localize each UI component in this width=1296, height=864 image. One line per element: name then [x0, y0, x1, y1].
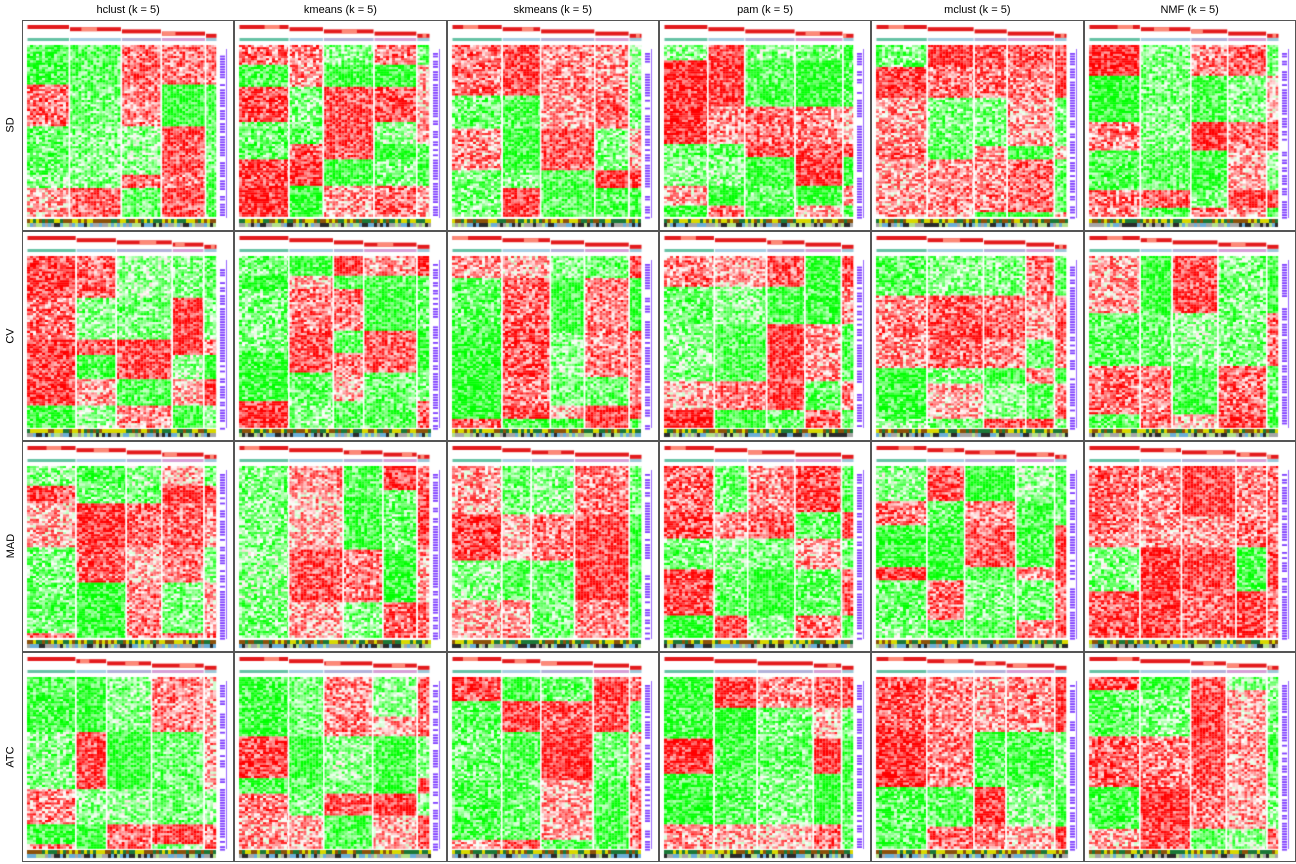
heatmap-panel [659, 652, 871, 862]
heatmap-canvas [448, 21, 658, 230]
heatmap-canvas [448, 442, 658, 651]
heatmap-canvas [235, 653, 446, 861]
heatmap-panel [22, 441, 234, 652]
heatmap-canvas [1085, 232, 1295, 440]
row-title-label: MAD [5, 534, 18, 559]
heatmap-canvas [235, 21, 446, 230]
heatmap-panel [659, 231, 871, 441]
heatmap-canvas [660, 232, 870, 440]
row-title: ATC [0, 652, 22, 863]
heatmap-panel [234, 231, 447, 441]
row-title: CV [0, 231, 22, 442]
heatmap-panel [22, 231, 234, 441]
heatmap-panel [234, 441, 447, 652]
row-title-label: SD [5, 117, 17, 133]
row-title-label: ATC [5, 746, 17, 768]
heatmap-canvas [1085, 442, 1295, 651]
heatmap-panel [871, 231, 1084, 441]
column-title: hclust (k = 5) [96, 4, 160, 16]
heatmap-canvas [23, 232, 233, 440]
column-title: pam (k = 5) [737, 4, 793, 16]
heatmap-canvas [872, 442, 1083, 651]
heatmap-panel [871, 20, 1084, 231]
consensus-heatmap-grid: hclust (k = 5) kmeans (k = 5) skmeans (k =… [0, 0, 1296, 864]
heatmap-panel [447, 652, 659, 862]
heatmap-panel [871, 441, 1084, 652]
heatmap-canvas [235, 442, 446, 651]
heatmap-canvas [1085, 21, 1295, 230]
heatmap-panel [234, 652, 447, 862]
heatmap-canvas [872, 21, 1083, 230]
column-title: NMF (k = 5) [1160, 4, 1219, 16]
heatmap-panel [1084, 652, 1296, 862]
heatmap-canvas [872, 232, 1083, 440]
heatmap-canvas [1085, 653, 1295, 861]
heatmap-panel [447, 231, 659, 441]
heatmap-panel [1084, 20, 1296, 231]
heatmap-canvas [448, 232, 658, 440]
column-title: skmeans (k = 5) [513, 4, 593, 16]
row-title: MAD [0, 441, 22, 652]
heatmap-canvas [23, 653, 233, 861]
heatmap-canvas [872, 653, 1083, 861]
heatmap-panel [22, 652, 234, 862]
heatmap-panel [1084, 231, 1296, 441]
row-title: SD [0, 20, 22, 231]
row-title-label: CV [5, 328, 17, 344]
heatmap-canvas [660, 442, 870, 651]
heatmap-canvas [23, 442, 233, 651]
heatmap-panel [447, 441, 659, 652]
heatmap-panel [659, 20, 871, 231]
heatmap-panel [447, 20, 659, 231]
heatmap-panel [22, 20, 234, 231]
heatmap-canvas [235, 232, 446, 440]
heatmap-canvas [660, 653, 870, 861]
heatmap-canvas [448, 653, 658, 861]
heatmap-panel [234, 20, 447, 231]
heatmap-panel [871, 652, 1084, 862]
heatmap-panel [1084, 441, 1296, 652]
heatmap-canvas [660, 21, 870, 230]
heatmap-canvas [23, 21, 233, 230]
column-title: mclust (k = 5) [944, 4, 1011, 16]
column-title: kmeans (k = 5) [303, 4, 377, 16]
heatmap-panel [659, 441, 871, 652]
